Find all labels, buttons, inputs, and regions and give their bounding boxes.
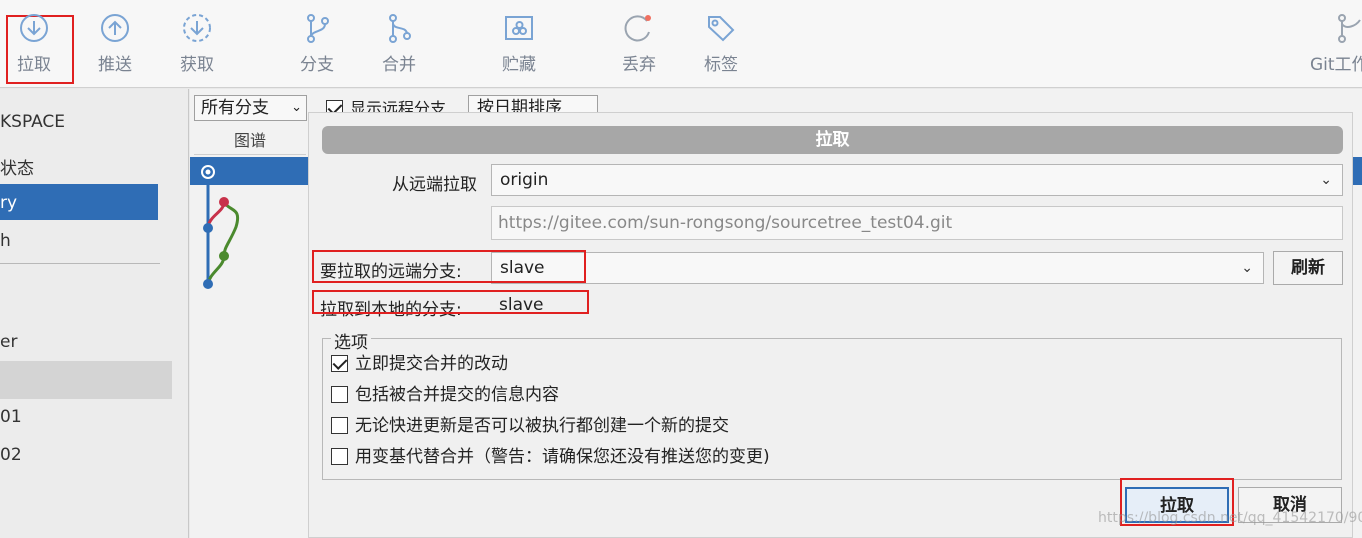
push-button[interactable]: 推送 [84,12,146,82]
tag-button[interactable]: 标签 [690,12,752,82]
graph-commit-dot [219,251,229,261]
option-label: 用变基代替合并（警告：请确保您还没有推送您的变更) [355,447,770,467]
option-label: 包括被合并提交的信息内容 [355,385,559,405]
remote-label: 从远端拉取 [392,175,477,195]
graph-column-header: 图谱 [194,127,306,155]
sidebar-item-search[interactable]: h [0,231,11,251]
option-no-fast-forward[interactable]: 无论快进更新是否可以被执行都创建一个新的提交 [331,411,729,436]
chevron-down-icon: ⌄ [1241,260,1253,276]
stash-label: 贮藏 [502,55,536,75]
chevron-down-icon: ⌄ [291,100,302,115]
chevron-down-icon: ⌄ [1320,172,1332,188]
checkbox-icon [331,417,348,434]
checkbox-icon [331,355,348,372]
sidebar-item-01[interactable]: 01 [0,407,22,427]
merge-icon [389,14,411,43]
push-icon [101,14,129,42]
sidebar-item-history[interactable] [0,184,158,220]
discard-icon [624,15,651,42]
graph-green-line [206,201,239,285]
push-label: 推送 [98,55,132,75]
sidebar-item-er[interactable]: er [0,332,17,352]
branch-icon [307,14,329,43]
option-include-messages[interactable]: 包括被合并提交的信息内容 [331,380,559,405]
remote-select[interactable]: origin ⌄ [491,164,1343,196]
tag-icon [708,16,735,42]
branch-button[interactable]: 分支 [286,12,348,82]
stash-icon [505,16,533,40]
head-commit-core [205,169,211,175]
local-branch-highlight [312,290,589,314]
merge-button[interactable]: 合并 [368,12,430,82]
branch-filter-value: 所有分支 [201,98,269,118]
remote-branch-highlight [312,250,586,283]
checkbox-icon [331,386,348,403]
option-rebase[interactable]: 用变基代替合并（警告：请确保您还没有推送您的变更) [331,442,770,467]
pull-label: 拉取 [17,55,51,75]
discard-label: 丢弃 [622,55,656,75]
sidebar-divider [0,263,160,264]
discard-button[interactable]: 丢弃 [608,12,670,82]
toolbar: 拉取 推送 获取 分支 合并 贮藏 丢弃 标签 Git工作 [0,0,1362,88]
watermark: https://blog.csdn.net/qq_41542170/90607 [1098,510,1362,526]
branch-filter-dropdown[interactable]: 所有分支 ⌄ [194,95,307,121]
graph-commit-dot [203,279,213,289]
fetch-label: 获取 [180,55,214,75]
sidebar-workspace-heading: KSPACE [0,112,66,132]
commit-graph [201,165,239,289]
remote-url-field: https://gitee.com/sun-rongsong/sourcetre… [491,206,1343,240]
refresh-button[interactable]: 刷新 [1273,251,1343,285]
sidebar-item-file-status[interactable]: 状态 [0,154,34,179]
remote-value: origin [500,170,549,190]
sidebar-item-history-label: ry [0,193,18,213]
sidebar: KSPACE 状态 ry h er 01 02 [0,89,189,538]
pull-icon [20,14,48,42]
option-commit-merged[interactable]: 立即提交合并的改动 [331,349,508,374]
dialog-title: 拉取 [322,126,1343,154]
fetch-button[interactable]: 获取 [166,12,228,82]
tag-label: 标签 [704,55,738,75]
graph-commit-dot [203,223,213,233]
merge-label: 合并 [382,55,416,75]
gitflow-button[interactable]: Git工作 [1304,12,1362,82]
stash-button[interactable]: 贮藏 [488,12,550,82]
option-label: 立即提交合并的改动 [355,354,508,374]
gitflow-icon [1338,14,1361,43]
option-label: 无论快进更新是否可以被执行都创建一个新的提交 [355,416,729,436]
graph-commit-dot [219,197,229,207]
sidebar-item-02[interactable]: 02 [0,445,22,465]
checkbox-icon [331,448,348,465]
pull-button[interactable]: 拉取 [3,12,65,82]
gitflow-label: Git工作 [1310,55,1362,75]
remote-branch-select[interactable]: slave ⌄ [491,252,1264,284]
branch-label: 分支 [300,55,334,75]
sidebar-item-selected[interactable] [0,361,172,399]
fetch-icon [183,14,211,42]
